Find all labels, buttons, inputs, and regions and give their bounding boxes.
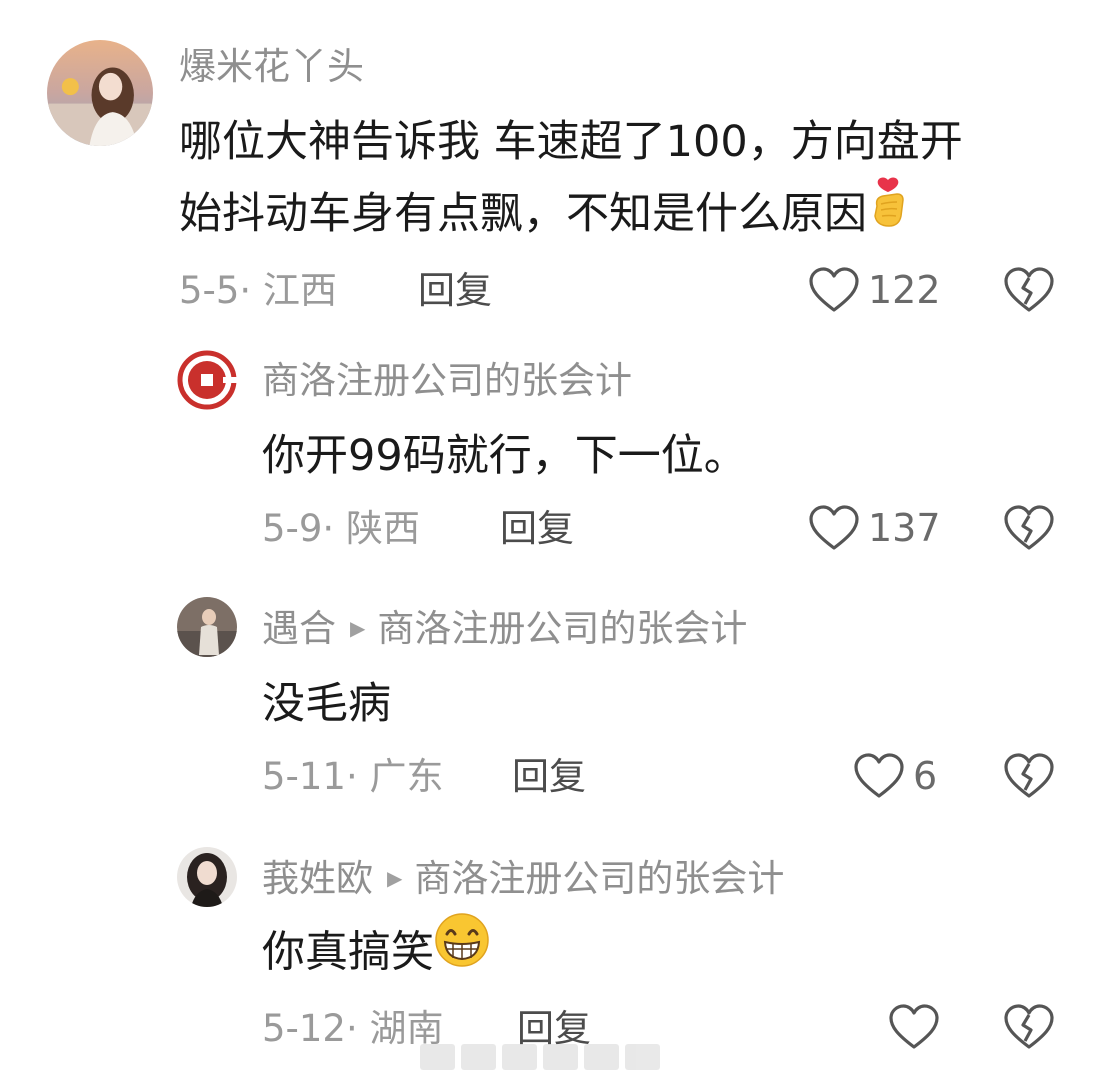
comment-text-line: 没毛病	[262, 679, 391, 729]
heart-outline-icon	[809, 505, 859, 550]
broken-heart-icon	[1004, 1004, 1054, 1049]
like-button[interactable]	[888, 1003, 940, 1051]
dislike-button[interactable]	[1003, 752, 1055, 800]
comment-text: 你真搞笑	[262, 913, 490, 994]
username[interactable]: 遇合	[262, 607, 336, 650]
comment-text-line: 你开99码就行，下一位。	[262, 431, 747, 481]
like-button[interactable]: 122	[808, 266, 941, 314]
username[interactable]: 爆米花丫头	[179, 48, 364, 85]
avatar[interactable]	[47, 40, 153, 146]
reply-button[interactable]: 回复	[512, 758, 586, 795]
user-avatar-image	[177, 597, 237, 657]
username-line: 莪姓欧 ▶ 商洛注册公司的张会计	[262, 860, 784, 897]
comment-text-line: 哪位大神告诉我 车速超了100，方向盘开	[179, 117, 963, 167]
dislike-button[interactable]	[1003, 266, 1055, 314]
heart-outline-icon	[809, 267, 859, 312]
broken-heart-icon	[1004, 267, 1054, 312]
broken-heart-icon	[1004, 505, 1054, 550]
dislike-button[interactable]	[1003, 1003, 1055, 1051]
comment-text-line: 你真搞笑	[262, 913, 490, 994]
date-location: 5-5· 江西	[179, 269, 337, 312]
username-line: 遇合 ▶ 商洛注册公司的张会计	[262, 610, 747, 647]
heart-outline-icon	[889, 1004, 939, 1049]
like-count: 137	[868, 506, 941, 550]
broken-heart-icon	[1004, 753, 1054, 798]
reply-button[interactable]: 回复	[418, 272, 492, 309]
username[interactable]: 莪姓欧	[262, 857, 373, 900]
date-location: 5-12· 湖南	[262, 1007, 444, 1050]
dislike-button[interactable]	[1003, 504, 1055, 552]
grinning-emoji	[434, 912, 490, 990]
company-logo-avatar	[177, 350, 237, 410]
heart-outline-icon	[854, 753, 904, 798]
reply-button[interactable]: 回复	[500, 510, 574, 547]
username[interactable]: 商洛注册公司的张会计	[262, 362, 632, 399]
play-triangle-icon: ▶	[387, 865, 403, 890]
comment-text: 你开99码就行，下一位。	[262, 420, 747, 492]
reply-button[interactable]: 回复	[517, 1010, 591, 1047]
date-location: 5-9· 陕西	[262, 507, 420, 550]
comment-text: 哪位大神告诉我 车速超了100，方向盘开 始抖动车身有点飘，不知是什么原因	[179, 106, 963, 254]
date-location: 5-11· 广东	[262, 755, 444, 798]
like-button[interactable]: 137	[808, 504, 941, 552]
like-button[interactable]: 6	[853, 752, 937, 800]
reply-to-username[interactable]: 商洛注册公司的张会计	[377, 607, 747, 650]
watermark	[420, 1044, 660, 1070]
like-count: 122	[868, 268, 941, 312]
avatar[interactable]	[177, 847, 237, 907]
avatar[interactable]	[177, 350, 237, 410]
reply-to-username[interactable]: 商洛注册公司的张会计	[414, 857, 784, 900]
comment-text: 没毛病	[262, 668, 391, 740]
user-avatar-image	[177, 847, 237, 907]
user-avatar-image	[47, 40, 153, 146]
like-count: 6	[913, 754, 938, 798]
avatar[interactable]	[177, 597, 237, 657]
finger-heart-emoji	[867, 176, 909, 250]
comment-text-line-2: 始抖动车身有点飘，不知是什么原因	[179, 176, 963, 254]
play-triangle-icon: ▶	[350, 615, 366, 640]
